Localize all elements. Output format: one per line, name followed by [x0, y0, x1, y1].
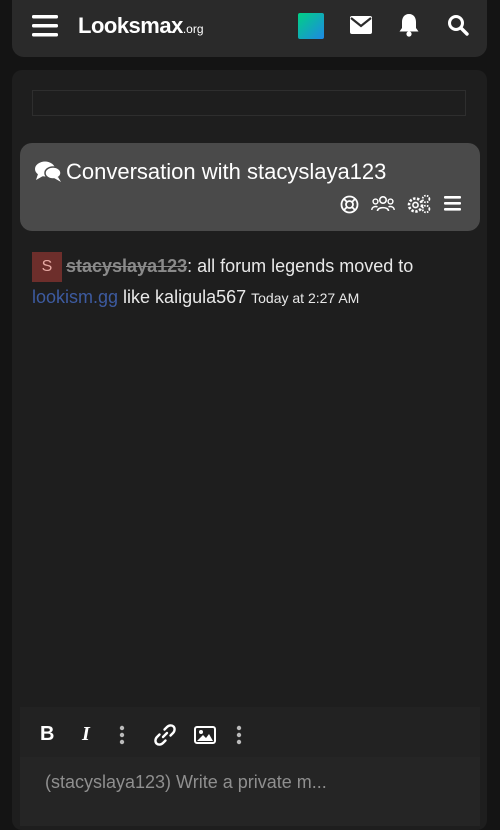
message-text-part-1: : all forum legends moved to [187, 256, 414, 276]
comments-icon [35, 161, 62, 182]
members-icon[interactable] [371, 195, 395, 213]
user-avatar[interactable] [298, 13, 324, 39]
message-timestamp[interactable]: Today at 2:27 AM [251, 290, 359, 306]
message-item: Sstacyslaya123: all forum legends moved … [32, 251, 472, 313]
more-options-icon-2[interactable] [236, 725, 242, 745]
message-username[interactable]: stacyslaya123 [66, 256, 187, 276]
bell-icon[interactable] [399, 13, 419, 37]
message-input[interactable]: (stacyslaya123) Write a private m... [45, 772, 327, 793]
logo-main-text: Looksmax [78, 13, 183, 38]
notice-placeholder-box [32, 90, 466, 116]
hamburger-menu-icon[interactable] [32, 14, 58, 38]
message-text-part-2: like kaligula567 [118, 287, 252, 308]
mail-icon[interactable] [350, 16, 372, 34]
site-logo[interactable]: Looksmax.org [78, 13, 204, 39]
menu-icon[interactable] [444, 196, 461, 211]
image-icon[interactable] [194, 726, 216, 744]
italic-button[interactable]: I [82, 723, 90, 746]
more-options-icon[interactable] [119, 725, 125, 745]
conversation-header [20, 143, 480, 231]
message-link[interactable]: lookism.gg [32, 287, 118, 307]
search-icon[interactable] [447, 14, 469, 36]
bold-button[interactable]: B [40, 723, 54, 746]
help-icon[interactable] [340, 195, 359, 214]
message-avatar[interactable]: S [32, 252, 62, 283]
conversation-title: Conversation with stacyslaya123 [66, 159, 387, 184]
logo-suffix-text: .org [182, 22, 204, 36]
settings-icon[interactable] [407, 194, 431, 214]
link-icon[interactable] [154, 724, 176, 746]
